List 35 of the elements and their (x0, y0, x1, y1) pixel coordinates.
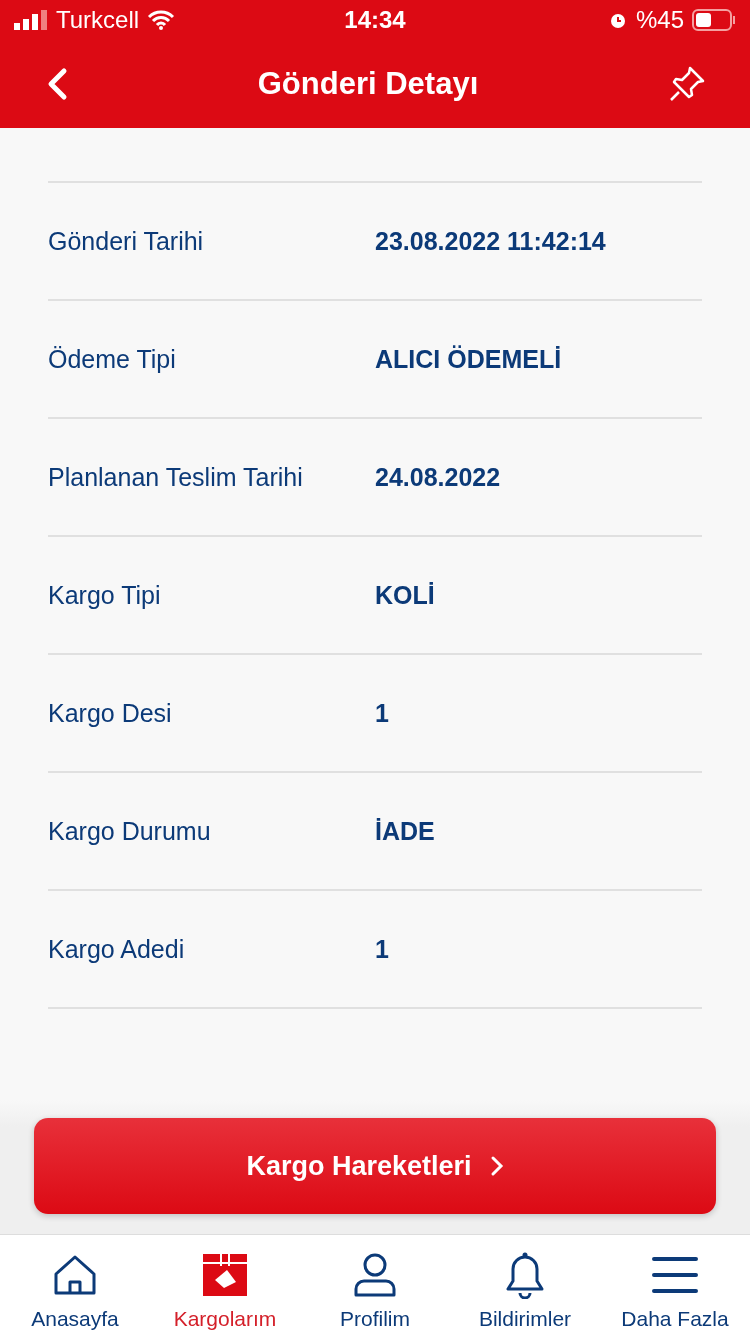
detail-value: KOLİ (375, 580, 435, 610)
detail-label: Kargo Tipi (48, 580, 162, 610)
wifi-icon (147, 10, 176, 30)
detail-value: 1 (375, 934, 389, 964)
person-icon (353, 1252, 397, 1298)
page-title: Gönderi Detayı (257, 66, 479, 102)
tab-item[interactable]: Profilim (300, 1235, 450, 1334)
battery-icon (692, 9, 736, 31)
tab-item[interactable]: Bildirimler (450, 1235, 600, 1334)
tab-item[interactable]: Daha Fazla (600, 1235, 750, 1334)
battery-percent: %45 (635, 6, 684, 34)
detail-label: Gönderi Tarihi (48, 226, 205, 256)
house-icon (53, 1253, 97, 1297)
detail-label: Kargo Adedi (48, 934, 186, 964)
detail-value: 23.08.2022 11:42:14 (375, 226, 606, 256)
clock-time: 14:34 (344, 6, 406, 34)
tab-item[interactable]: Anasayfa (0, 1235, 150, 1334)
detail-value: 24.08.2022 (375, 462, 501, 492)
menu-icon (652, 1255, 698, 1295)
detail-value: 1 (375, 698, 389, 728)
carrier-name: Turkcell (56, 6, 140, 34)
movements-button[interactable]: Kargo Hareketleri (34, 1118, 716, 1214)
signal-icon (14, 10, 48, 30)
detail-label: Planlanan Teslim Tarihi (48, 462, 304, 492)
tab-item[interactable]: Kargolarım (150, 1235, 300, 1334)
back-button[interactable] (46, 67, 68, 101)
detail-value: İADE (375, 816, 435, 846)
parcel-box-icon (201, 1252, 249, 1298)
detail-label: Ödeme Tipi (48, 344, 177, 374)
detail-value: ALICI ÖDEMELİ (375, 344, 562, 374)
pushpin-button[interactable] (668, 65, 706, 103)
detail-label: Kargo Desi (48, 698, 173, 728)
detail-label: Kargo Durumu (48, 816, 212, 846)
chevron-icon (489, 1155, 504, 1177)
bell-icon (505, 1251, 545, 1299)
